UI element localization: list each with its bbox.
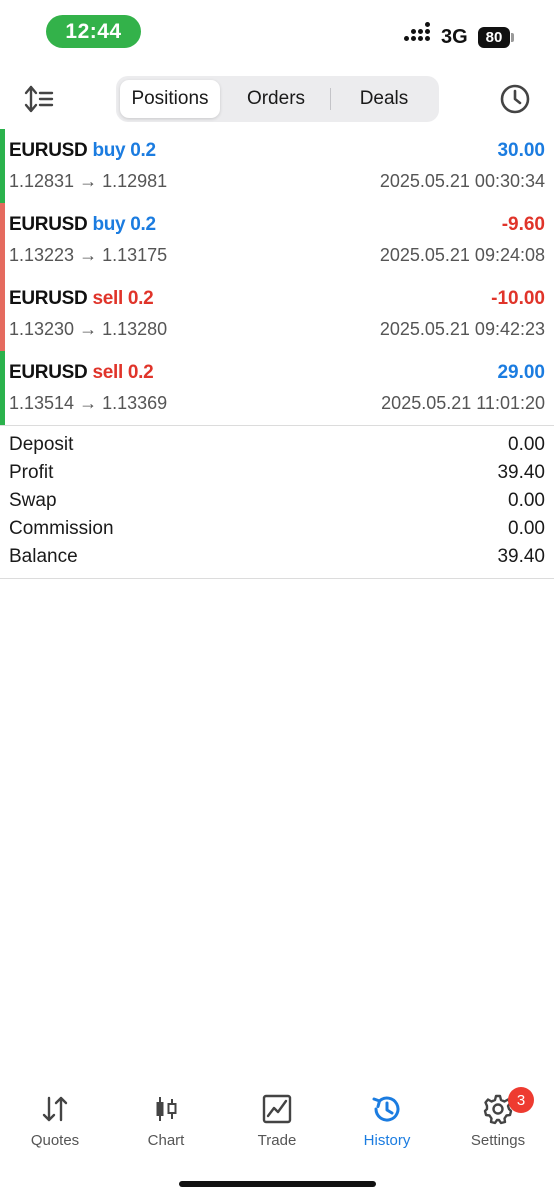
deal-side: buy 0.2 <box>92 214 156 235</box>
deal-time: 2025.05.21 11:01:20 <box>381 393 545 413</box>
summary-label: Deposit <box>9 434 74 455</box>
summary-value: 0.00 <box>508 434 545 455</box>
deal-status-bar <box>0 351 5 425</box>
battery-level: 80 <box>485 29 503 46</box>
deal-symbol: EURUSD <box>9 140 88 161</box>
deal-profit: 29.00 <box>497 362 545 383</box>
settings-badge: 3 <box>508 1087 534 1113</box>
summary-label: Swap <box>9 490 57 511</box>
tab-label: Chart <box>147 1132 185 1149</box>
list-divider <box>0 425 554 426</box>
home-indicator[interactable] <box>179 1181 376 1187</box>
tab-deals[interactable]: Deals <box>332 80 436 118</box>
deal-time: 2025.05.21 00:30:34 <box>379 171 545 191</box>
deal-symbol: EURUSD <box>9 214 88 235</box>
tab-trade[interactable]: Trade <box>222 1088 332 1154</box>
summary-value: 0.00 <box>508 518 545 539</box>
tab-label: Trade <box>257 1132 297 1149</box>
quotes-icon <box>42 1096 68 1122</box>
deal-row[interactable]: EURUSD buy 0.2 30.00 1.12831 → 1.12981 20… <box>0 129 554 203</box>
tab-positions[interactable]: Positions <box>120 80 220 118</box>
tab-orders[interactable]: Orders <box>224 80 328 118</box>
tab-label: Quotes <box>30 1132 80 1149</box>
battery-icon: 80 <box>478 27 510 48</box>
deal-side: sell 0.2 <box>92 288 154 309</box>
tab-chart[interactable]: Chart <box>111 1088 221 1154</box>
summary-row-balance: Balance 39.40 <box>0 544 554 572</box>
tab-history[interactable]: History <box>332 1088 442 1154</box>
summary-value: 39.40 <box>497 462 545 483</box>
summary-row-swap: Swap 0.00 <box>0 488 554 516</box>
deal-time: 2025.05.21 09:42:23 <box>379 319 545 339</box>
deal-row[interactable]: EURUSD sell 0.2 -10.00 1.13230 → 1.13280 … <box>0 277 554 351</box>
toolbar: Positions Orders Deals <box>0 70 554 128</box>
deal-profit: -10.00 <box>491 288 545 309</box>
tab-label: History <box>363 1132 411 1149</box>
summary-value: 39.40 <box>497 546 545 567</box>
summary-label: Commission <box>9 518 114 539</box>
deal-row[interactable]: EURUSD buy 0.2 -9.60 1.13223 → 1.13175 20… <box>0 203 554 277</box>
summary-label: Profit <box>9 462 54 483</box>
status-time: 12:44 <box>46 15 141 48</box>
history-icon <box>372 1096 400 1122</box>
deal-symbol: EURUSD <box>9 362 88 383</box>
segment-divider <box>330 88 331 110</box>
battery-cap <box>511 33 514 42</box>
deal-time: 2025.05.21 09:24:08 <box>379 245 545 265</box>
deal-status-bar <box>0 203 5 277</box>
network-type: 3G <box>441 26 468 48</box>
account-summary: Deposit 0.00 Profit 39.40 Swap 0.00 Comm… <box>0 432 554 572</box>
bottom-tab-bar: Quotes Chart Trade History Settings <box>0 1088 554 1158</box>
tab-settings[interactable]: Settings <box>443 1088 553 1154</box>
deal-profit: 30.00 <box>497 140 545 161</box>
summary-divider <box>0 578 554 579</box>
clock-icon <box>500 84 530 114</box>
summary-value: 0.00 <box>508 490 545 511</box>
deal-prices: 1.13514 → 1.13369 <box>9 393 168 413</box>
summary-row-profit: Profit 39.40 <box>0 460 554 488</box>
summary-row-commission: Commission 0.00 <box>0 516 554 544</box>
summary-label: Balance <box>9 546 78 567</box>
time-range-button[interactable] <box>498 82 532 116</box>
tab-label: Settings <box>470 1132 526 1149</box>
trade-icon <box>262 1094 292 1124</box>
sort-icon <box>24 85 54 113</box>
chart-icon <box>156 1097 177 1121</box>
deal-status-bar <box>0 129 5 203</box>
deal-symbol: EURUSD <box>9 288 88 309</box>
deal-prices: 1.13230 → 1.13280 <box>9 319 168 339</box>
deal-profit: -9.60 <box>501 214 545 235</box>
deal-prices: 1.13223 → 1.13175 <box>9 245 168 265</box>
cellular-signal-icon <box>404 22 434 46</box>
deal-side: buy 0.2 <box>92 140 156 161</box>
tab-quotes[interactable]: Quotes <box>0 1088 110 1154</box>
deal-side: sell 0.2 <box>92 362 154 383</box>
deal-row[interactable]: EURUSD sell 0.2 29.00 1.13514 → 1.13369 2… <box>0 351 554 425</box>
summary-row-deposit: Deposit 0.00 <box>0 432 554 460</box>
deal-prices: 1.12831 → 1.12981 <box>9 171 168 191</box>
deal-status-bar <box>0 277 5 351</box>
status-bar: 12:44 3G 80 <box>0 0 554 66</box>
sort-button[interactable] <box>22 84 56 114</box>
deals-list: EURUSD buy 0.2 30.00 1.12831 → 1.12981 20… <box>0 129 554 425</box>
history-segmented-control: Positions Orders Deals <box>116 76 439 122</box>
